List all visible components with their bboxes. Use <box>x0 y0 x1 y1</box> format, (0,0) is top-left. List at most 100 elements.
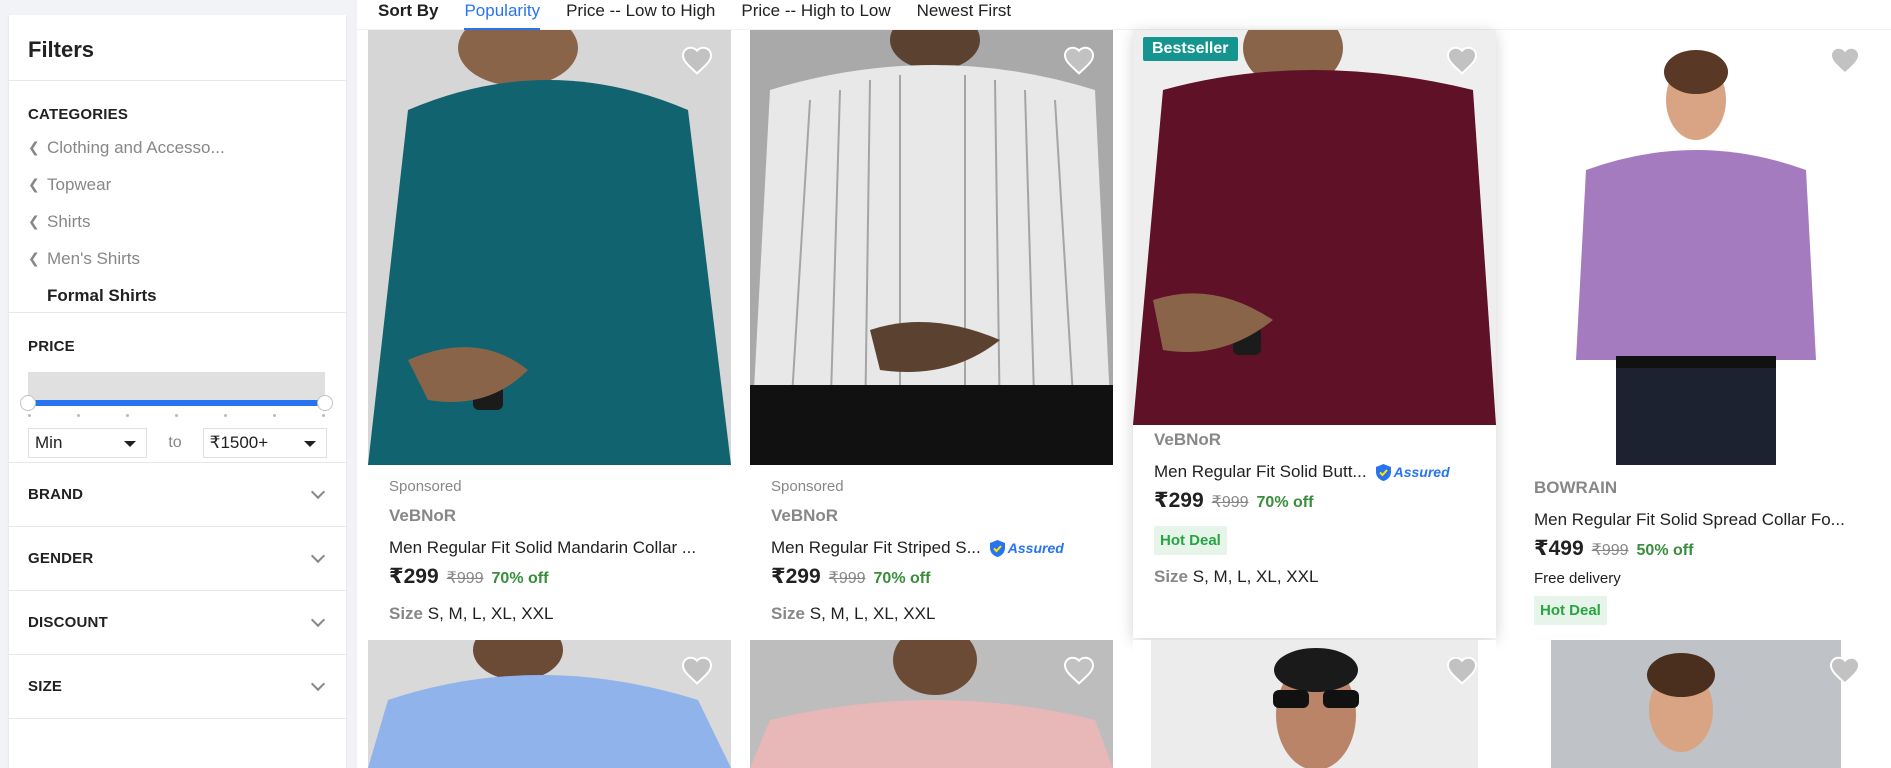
product-photo[interactable] <box>368 640 731 768</box>
product-title[interactable]: Men Regular Fit Solid Butt... Assured <box>1154 456 1484 488</box>
product-card[interactable] <box>1133 640 1496 768</box>
product-card[interactable]: Bestseller VeBNoR Men Regular Fit Solid … <box>1133 30 1496 638</box>
price-histogram <box>28 372 325 402</box>
product-price: ₹299 <box>389 565 439 588</box>
wishlist-heart-icon[interactable] <box>681 655 713 685</box>
price-max-select[interactable]: ₹1500+ <box>202 428 327 458</box>
product-card[interactable] <box>1516 640 1879 768</box>
chevron-left-icon: ❮ <box>28 139 40 155</box>
product-brand: BOWRAIN <box>1534 478 1618 497</box>
product-title-text: Men Regular Fit Solid Mandarin Collar ..… <box>389 538 697 557</box>
price-row: ₹299 ₹999 70% off <box>771 564 1101 598</box>
filters-sidebar: Filters CATEGORIES ❮ Clothing and Accesso… <box>9 15 346 768</box>
product-price: ₹299 <box>771 565 821 588</box>
sort-by-label: Sort By <box>378 1 439 20</box>
price-max-value: ₹1500+ <box>209 433 269 452</box>
shirt-shape <box>368 80 731 465</box>
wishlist-heart-icon[interactable] <box>1829 655 1861 685</box>
free-delivery-label: Free delivery <box>1534 570 1621 587</box>
category-mens-shirts[interactable]: ❮ Men's Shirts <box>28 240 327 277</box>
product-card[interactable] <box>750 640 1113 768</box>
product-photo <box>750 30 1113 465</box>
sort-price-high-low[interactable]: Price -- High to Low <box>741 0 890 30</box>
product-photo[interactable] <box>1516 640 1879 768</box>
product-image[interactable] <box>1516 30 1879 465</box>
category-topwear[interactable]: ❮ Topwear <box>28 166 327 203</box>
price-selects: Min to ₹1500+ <box>28 428 327 458</box>
filter-brand[interactable]: BRAND <box>9 463 346 527</box>
size-values: S, M, L, XL, XXL <box>809 604 936 623</box>
size-label: Size <box>1154 567 1189 586</box>
price-slider-min-handle[interactable] <box>20 395 36 411</box>
sort-newest[interactable]: Newest First <box>917 0 1011 30</box>
product-card[interactable]: BOWRAIN Men Regular Fit Solid Spread Col… <box>1516 30 1879 630</box>
product-title[interactable]: Men Regular Fit Solid Mandarin Collar ..… <box>389 532 719 564</box>
shield-check-icon <box>989 539 1005 557</box>
product-discount: 70% off <box>873 570 931 587</box>
chevron-down-icon <box>310 676 326 691</box>
chevron-left-icon: ❮ <box>28 176 40 192</box>
product-photo[interactable] <box>1133 640 1496 768</box>
chevron-left-icon: ❮ <box>28 250 40 266</box>
filter-size[interactable]: SIZE <box>9 655 346 719</box>
product-card[interactable]: Sponsored VeBNoR Men Regular Fit Solid M… <box>368 30 731 630</box>
category-label: Shirts <box>47 211 91 231</box>
product-discount: 50% off <box>1636 542 1694 559</box>
size-label: Size <box>771 604 806 623</box>
category-label: Men's Shirts <box>47 248 140 268</box>
product-card[interactable]: Sponsored VeBNoR Men Regular Fit Striped… <box>750 30 1113 630</box>
wishlist-heart-icon[interactable] <box>1446 655 1478 685</box>
product-price: ₹299 <box>1154 489 1204 512</box>
product-brand: VeBNoR <box>1154 430 1222 449</box>
price-row: ₹499 ₹999 50% off <box>1534 536 1869 570</box>
product-card[interactable] <box>368 640 731 768</box>
product-title-text: Men Regular Fit Solid Spread Collar Fo..… <box>1534 510 1845 529</box>
assured-badge: Assured <box>1375 463 1450 482</box>
slider-ticks <box>28 414 325 417</box>
assured-text: Assured <box>1393 464 1450 480</box>
sort-price-low-high[interactable]: Price -- Low to High <box>566 0 715 30</box>
category-clothing[interactable]: ❮ Clothing and Accesso... <box>28 129 327 166</box>
wishlist-heart-icon[interactable] <box>1063 655 1095 685</box>
wishlist-heart-icon[interactable] <box>1063 45 1095 75</box>
product-image[interactable] <box>750 30 1113 465</box>
price-min-value: Min <box>35 433 63 452</box>
sponsored-label: Sponsored <box>771 478 844 495</box>
product-discount: 70% off <box>491 570 549 587</box>
filter-brand-label: BRAND <box>28 486 84 503</box>
wishlist-heart-icon[interactable] <box>681 45 713 75</box>
filter-discount-label: DISCOUNT <box>28 614 108 631</box>
shield-check-icon <box>1375 463 1391 481</box>
price-slider-max-handle[interactable] <box>317 395 333 411</box>
product-title[interactable]: Men Regular Fit Solid Spread Collar Fo..… <box>1534 504 1869 536</box>
product-sizes: Size S, M, L, XL, XXL <box>389 604 719 624</box>
filter-discount[interactable]: DISCOUNT <box>9 591 346 655</box>
price-slider[interactable] <box>20 395 333 411</box>
price-min-select[interactable]: Min <box>28 428 148 458</box>
category-label: Topwear <box>47 174 112 194</box>
size-values: S, M, L, XL, XXL <box>1192 567 1319 586</box>
product-sizes: Size S, M, L, XL, XXL <box>771 604 1101 624</box>
product-photo[interactable] <box>750 640 1113 768</box>
category-current: Formal Shirts <box>47 285 157 305</box>
price-row: ₹299 ₹999 70% off <box>389 564 719 598</box>
product-mrp: ₹999 <box>446 570 484 587</box>
product-image[interactable] <box>368 30 731 465</box>
product-mrp: ₹999 <box>1211 494 1249 511</box>
filter-size-label: SIZE <box>28 678 63 695</box>
product-title[interactable]: Men Regular Fit Striped S... Assured <box>771 532 1101 564</box>
categories-section: CATEGORIES ❮ Clothing and Accesso... ❮ Top… <box>9 81 346 313</box>
wishlist-heart-icon[interactable] <box>1829 45 1861 75</box>
product-brand: VeBNoR <box>389 506 457 525</box>
assured-text: Assured <box>1007 540 1064 556</box>
assured-badge: Assured <box>989 539 1064 558</box>
product-info: BOWRAIN Men Regular Fit Solid Spread Col… <box>1534 478 1869 625</box>
sort-popularity[interactable]: Popularity <box>464 0 541 30</box>
product-image[interactable] <box>1133 30 1496 425</box>
product-info: Sponsored VeBNoR Men Regular Fit Solid M… <box>389 478 719 624</box>
size-values: S, M, L, XL, XXL <box>427 604 554 623</box>
category-shirts[interactable]: ❮ Shirts <box>28 203 327 240</box>
wishlist-heart-icon[interactable] <box>1446 45 1478 75</box>
filter-gender[interactable]: GENDER <box>9 527 346 591</box>
product-title-text: Men Regular Fit Striped S... <box>771 538 981 557</box>
